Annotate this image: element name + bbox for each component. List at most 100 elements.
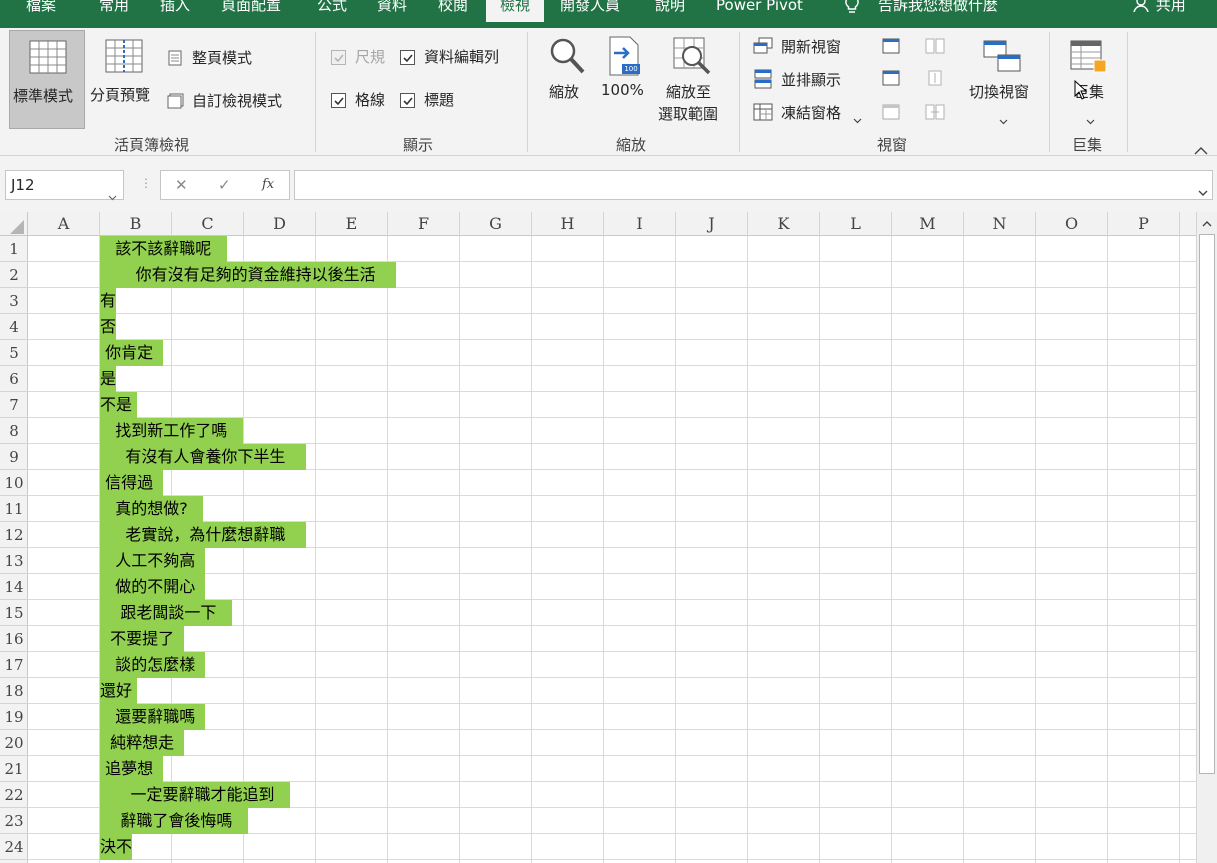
row-header-19[interactable]: 19 — [0, 704, 28, 730]
cell-b21[interactable]: 追夢想 — [100, 756, 164, 782]
cell-b5[interactable]: 你肯定 — [100, 340, 164, 366]
zoom-100-button[interactable]: 100 100% — [598, 34, 650, 104]
row-header-5[interactable]: 5 — [0, 340, 28, 366]
formula-input[interactable] — [294, 170, 1213, 200]
cell-b4[interactable]: 否 — [100, 314, 117, 340]
row-header-2[interactable]: 2 — [0, 262, 28, 288]
freeze-panes-button[interactable]: 凍結窗格 — [753, 100, 868, 124]
cell-b11[interactable]: 真的想做? — [100, 496, 204, 522]
row-header-10[interactable]: 10 — [0, 470, 28, 496]
scroll-up-icon[interactable] — [1200, 216, 1214, 230]
cell-b6[interactable]: 是 — [100, 366, 117, 392]
column-header-k[interactable]: K — [748, 212, 820, 236]
page-break-preview-button[interactable]: 分頁預覽 — [87, 30, 161, 129]
cell-b18[interactable]: 還好 — [100, 678, 138, 704]
macros-button[interactable]: 巨集 — [1062, 34, 1116, 126]
formula-bar-checkbox[interactable] — [400, 50, 415, 65]
row-header-6[interactable]: 6 — [0, 366, 28, 392]
cell-b8[interactable]: 找到新工作了嗎 — [100, 418, 243, 444]
tab-file[interactable]: 檔案 — [26, 0, 56, 18]
switch-windows-button[interactable]: 切換視窗 — [965, 34, 1039, 126]
cell-b12[interactable]: 老實說，為什麼想辭職 — [100, 522, 306, 548]
name-box[interactable]: J12 — [5, 170, 124, 201]
column-header-c[interactable]: C — [172, 212, 244, 236]
headings-checkbox[interactable] — [400, 93, 415, 108]
tab-view[interactable]: 檢視 — [486, 0, 545, 22]
cell-b24[interactable]: 決不 — [100, 834, 133, 860]
cell-b20[interactable]: 純粹想走 — [100, 730, 185, 756]
row-header-21[interactable]: 21 — [0, 756, 28, 782]
tab-home[interactable]: 常用 — [99, 0, 129, 18]
tab-data[interactable]: 資料 — [377, 0, 407, 18]
cell-b15[interactable]: 跟老闆談一下 — [100, 600, 232, 626]
cell-b16[interactable]: 不要提了 — [100, 626, 185, 652]
row-header-8[interactable]: 8 — [0, 418, 28, 444]
row-header-9[interactable]: 9 — [0, 444, 28, 470]
cell-b7[interactable]: 不是 — [100, 392, 138, 418]
cell-b1[interactable]: 該不該辭職呢 — [100, 236, 227, 262]
column-header-d[interactable]: D — [244, 212, 316, 236]
cancel-icon[interactable]: ✕ — [175, 170, 188, 200]
row-header-7[interactable]: 7 — [0, 392, 28, 418]
row-header-14[interactable]: 14 — [0, 574, 28, 600]
column-header-m[interactable]: M — [892, 212, 964, 236]
column-header-f[interactable]: F — [388, 212, 460, 236]
cell-b9[interactable]: 有沒有人會養你下半生 — [100, 444, 306, 470]
split-icon[interactable] — [882, 38, 900, 58]
cell-b17[interactable]: 談的怎麼樣 — [100, 652, 206, 678]
vertical-scrollbar[interactable] — [1196, 212, 1217, 863]
column-header-g[interactable]: G — [460, 212, 532, 236]
tab-developer[interactable]: 開發人員 — [560, 0, 620, 18]
tab-review[interactable]: 校閱 — [438, 0, 468, 18]
column-header-j[interactable]: J — [676, 212, 748, 236]
row-header-16[interactable]: 16 — [0, 626, 28, 652]
tab-help[interactable]: 說明 — [655, 0, 685, 18]
column-header-p[interactable]: P — [1108, 212, 1180, 236]
tab-formulas[interactable]: 公式 — [317, 0, 347, 18]
normal-view-button[interactable]: 標準模式 — [9, 30, 85, 129]
cell-b14[interactable]: 做的不開心 — [100, 574, 206, 600]
scroll-thumb[interactable] — [1199, 234, 1215, 774]
tab-page-layout[interactable]: 頁面配置 — [221, 0, 281, 18]
cell-b2[interactable]: 你有沒有足夠的資金維持以後生活 — [100, 262, 396, 288]
cell-b19[interactable]: 還要辭職嗎 — [100, 704, 206, 730]
row-header-20[interactable]: 20 — [0, 730, 28, 756]
tab-insert[interactable]: 插入 — [160, 0, 190, 18]
row-header-11[interactable]: 11 — [0, 496, 28, 522]
row-header-18[interactable]: 18 — [0, 678, 28, 704]
cell-b23[interactable]: 辭職了會後悔嗎 — [100, 808, 248, 834]
hide-icon[interactable] — [882, 70, 900, 90]
tab-power-pivot[interactable]: Power Pivot — [716, 0, 803, 18]
tell-me-search[interactable]: 告訴我您想做什麼 — [878, 0, 998, 18]
cell-b3[interactable]: 有 — [100, 288, 117, 314]
row-header-17[interactable]: 17 — [0, 652, 28, 678]
column-header-o[interactable]: O — [1036, 212, 1108, 236]
column-header-n[interactable]: N — [964, 212, 1036, 236]
enter-icon[interactable]: ✓ — [218, 170, 231, 200]
row-header-22[interactable]: 22 — [0, 782, 28, 808]
new-window-button[interactable]: 開新視窗 — [753, 34, 858, 58]
column-header-a[interactable]: A — [28, 212, 100, 236]
cell-b22[interactable]: 一定要辭職才能追到 — [100, 782, 290, 808]
row-header-12[interactable]: 12 — [0, 522, 28, 548]
gridlines-checkbox[interactable] — [331, 93, 346, 108]
column-header-b[interactable]: B — [100, 212, 172, 236]
row-header-23[interactable]: 23 — [0, 808, 28, 834]
share-button[interactable]: 共用 — [1133, 0, 1186, 18]
row-header-13[interactable]: 13 — [0, 548, 28, 574]
column-header-l[interactable]: L — [820, 212, 892, 236]
cell-b10[interactable]: 信得過 — [100, 470, 164, 496]
row-header-1[interactable]: 1 — [0, 236, 28, 262]
expand-formula-bar-icon[interactable] — [1198, 182, 1208, 201]
custom-views-button[interactable]: 自訂檢視模式 — [166, 89, 301, 113]
insert-function-icon[interactable]: fx — [262, 170, 274, 200]
row-header-24[interactable]: 24 — [0, 834, 28, 860]
arrange-all-button[interactable]: 並排顯示 — [753, 67, 858, 91]
select-all-button[interactable] — [0, 212, 28, 236]
cell-grid[interactable]: 該不該辭職呢 你有沒有足夠的資金維持以後生活 有否 你肯定 是不是 找到新工作了… — [28, 236, 1196, 863]
cell-b13[interactable]: 人工不夠高 — [100, 548, 206, 574]
column-header-e[interactable]: E — [316, 212, 388, 236]
row-header-3[interactable]: 3 — [0, 288, 28, 314]
column-header-i[interactable]: I — [604, 212, 676, 236]
ruler-checkbox[interactable] — [331, 50, 346, 65]
